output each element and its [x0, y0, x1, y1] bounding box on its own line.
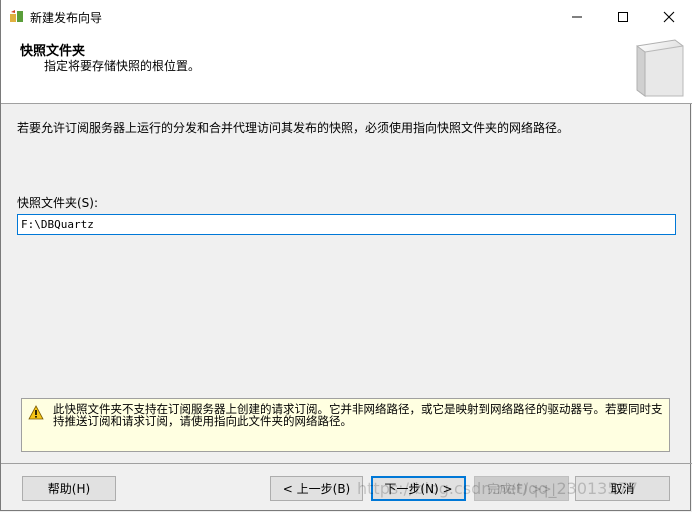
footer-separator	[1, 463, 692, 464]
minimize-icon	[572, 16, 582, 17]
minimize-button[interactable]	[554, 0, 600, 33]
warning-icon	[28, 405, 44, 420]
maximize-button[interactable]	[600, 0, 646, 33]
page-subtitle: 指定将要存储快照的根位置。	[44, 59, 201, 73]
wizard-header: 快照文件夹 指定将要存储快照的根位置。	[1, 33, 692, 104]
snapshot-folder-input[interactable]	[17, 214, 676, 235]
maximize-icon	[618, 11, 628, 22]
window-title: 新建发布向导	[30, 11, 103, 25]
title-bar[interactable]: 新建发布向导	[1, 0, 692, 33]
description-text: 若要允许订阅服务器上运行的分发和合并代理访问其发布的快照，必须使用指向快照文件夹…	[17, 121, 570, 135]
folder-graphic-icon	[636, 39, 684, 97]
cancel-button[interactable]: 取消	[575, 476, 670, 501]
help-button[interactable]: 帮助(H)	[22, 476, 116, 501]
close-button[interactable]	[646, 0, 692, 33]
snapshot-folder-label: 快照文件夹(S):	[17, 196, 99, 210]
finish-button[interactable]: 完成(F) >>|	[474, 476, 569, 501]
warning-panel: 此快照文件夹不支持在订阅服务器上创建的请求订阅。它并非网络路径，或它是映射到网络…	[21, 398, 670, 452]
wizard-window: 新建发布向导 快照文件夹 指定将要存储快照的根位置。 若要允许订阅服务器上运行的…	[0, 0, 692, 511]
back-button[interactable]: < 上一步(B)	[270, 476, 363, 501]
next-button[interactable]: 下一步(N) >	[371, 476, 466, 501]
app-icon	[10, 10, 23, 22]
warning-text: 此快照文件夹不支持在订阅服务器上创建的请求订阅。它并非网络路径，或它是映射到网络…	[53, 402, 663, 428]
close-icon	[663, 11, 675, 22]
